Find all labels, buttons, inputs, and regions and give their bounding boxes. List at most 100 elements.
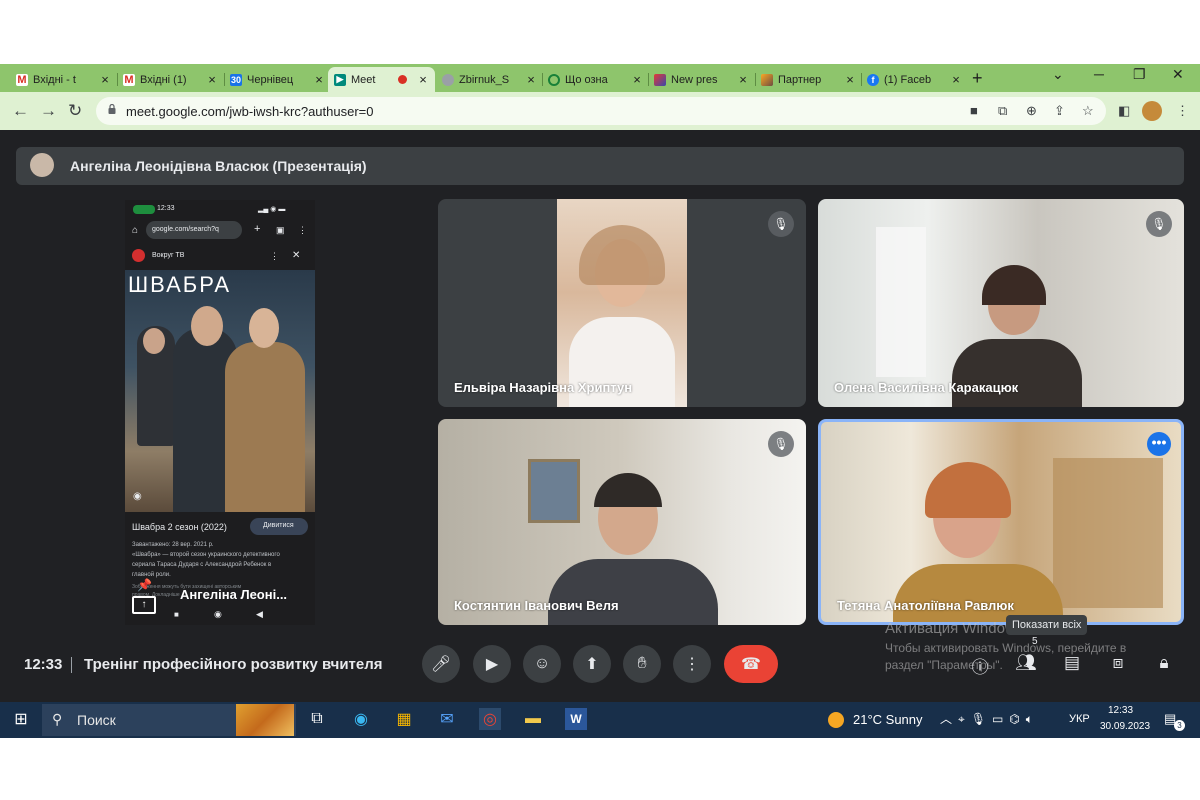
host-controls-icon[interactable]: 🔒︎ <box>1152 653 1176 677</box>
close-icon[interactable]: × <box>950 72 962 87</box>
lock-icon <box>108 104 116 114</box>
tab-scho[interactable]: Що озна × <box>542 67 649 92</box>
tab-title: Що озна <box>565 73 608 86</box>
side-panel-icon[interactable]: ◧ <box>1118 103 1130 119</box>
tab-gmail-2[interactable]: M Вхідні (1) × <box>117 67 224 92</box>
divider <box>71 657 72 673</box>
chrome-icon[interactable]: ◎ <box>479 708 501 730</box>
kebab-icon: ⋮ <box>298 225 307 235</box>
tab-meet[interactable]: ▶ Meet × <box>328 67 435 92</box>
tab-new-pres[interactable]: New pres × <box>648 67 755 92</box>
poster-title: ШВАБРА <box>128 272 232 297</box>
green-circle-icon <box>548 73 560 86</box>
tray-icons[interactable]: ︿⌖🎙︎▭⌬🔈︎ <box>940 710 1039 727</box>
site-logo <box>132 249 145 262</box>
close-icon[interactable]: × <box>99 72 111 87</box>
reload-icon[interactable]: ↻ <box>68 101 82 121</box>
task-view-icon[interactable]: ⧉ <box>306 708 328 730</box>
microphone-button[interactable]: 🎤︎ <box>422 645 460 683</box>
meeting-name: Тренінг професійного розвитку вчителя <box>84 656 383 673</box>
close-icon[interactable]: × <box>206 72 218 87</box>
tab-zbirnuk[interactable]: Zbirnuk_S × <box>436 67 543 92</box>
tabs-icon: ▣ <box>276 225 285 235</box>
participant-tile[interactable]: 🎙︎ Ельвіра Назарівна Хриптун <box>438 199 806 407</box>
restore-icon[interactable]: ❐ <box>1133 66 1146 83</box>
close-icon[interactable]: × <box>631 72 643 87</box>
new-tab-button[interactable]: + <box>972 68 983 89</box>
tab-calendar[interactable]: 30 Чернівец × <box>224 67 331 92</box>
meeting-clock: 12:33 <box>24 656 63 673</box>
camera-icon: ▶ <box>485 656 499 673</box>
translate-icon[interactable]: ⧉ <box>998 103 1007 119</box>
camera-in-use-icon[interactable]: ■ <box>970 103 978 118</box>
close-icon: ✕ <box>292 250 301 261</box>
presenter-name: Ангеліна Леоні... <box>180 587 288 602</box>
gmail-icon: M <box>123 73 135 86</box>
reactions-button[interactable]: ☺ <box>523 645 561 683</box>
url-text[interactable]: meet.google.com/jwb-iwsh-krc?authuser=0 <box>126 104 373 119</box>
participant-tile[interactable]: 🎙︎ Костянтин Іванович Веля <box>438 419 806 625</box>
share-icon[interactable]: ⇪ <box>1054 103 1065 119</box>
more-options-button[interactable]: ⋮ <box>673 645 711 683</box>
participant-tile-active[interactable]: ••• Тетяна Анатоліївна Равлюк <box>818 419 1184 625</box>
back-triangle-icon: ◀ <box>256 609 263 619</box>
tray-time[interactable]: 12:33 <box>1108 705 1133 716</box>
word-icon[interactable]: W <box>565 708 587 730</box>
close-icon[interactable]: × <box>737 72 749 87</box>
mic-off-icon: 🎙︎ <box>768 211 794 237</box>
more-options-icon[interactable]: ••• <box>1147 432 1171 456</box>
participant-tile[interactable]: 🎙︎ Олена Василівна Каракацюк <box>818 199 1184 407</box>
people-icon[interactable]: 👥︎ <box>1014 653 1038 677</box>
call-indicator <box>133 205 155 214</box>
leave-call-button[interactable]: ☎ <box>724 645 778 683</box>
edge-icon[interactable]: ◉ <box>350 708 372 730</box>
search-icon: ⚲ <box>52 711 63 727</box>
zoom-icon[interactable]: ⊕ <box>1026 103 1037 119</box>
chat-icon[interactable]: ▤ <box>1060 653 1084 677</box>
phone-hangup-icon: ☎ <box>741 656 761 673</box>
language-indicator[interactable]: УКР <box>1069 713 1090 725</box>
tab-partner[interactable]: Партнер × <box>755 67 862 92</box>
tab-search-icon[interactable]: ⌄ <box>1052 66 1064 83</box>
presentation-title: Ангеліна Леонідівна Власюк (Презентація) <box>70 158 367 174</box>
store-icon[interactable]: ▦ <box>393 708 415 730</box>
partner-icon <box>761 73 773 86</box>
taskbar-search-placeholder: Поиск <box>77 712 116 728</box>
kebab-icon: ⋮ <box>270 251 279 261</box>
tab-facebook[interactable]: f (1) Faceb × <box>861 67 968 92</box>
tab-gmail-1[interactable]: M Вхідні - t × <box>10 67 117 92</box>
pin-icon[interactable]: 📌 <box>137 578 152 592</box>
kebab-icon: ⋮ <box>684 656 700 673</box>
activities-icon[interactable]: ⧈ <box>1106 653 1130 677</box>
show-title: Швабра 2 сезон (2022) <box>132 522 227 532</box>
participant-name: Ельвіра Назарівна Хриптун <box>454 380 633 395</box>
phone-status-icons: ▂▄ ◉ ▬ <box>258 206 286 213</box>
mail-icon[interactable]: ✉ <box>436 708 458 730</box>
profile-avatar[interactable] <box>1142 101 1162 121</box>
close-icon[interactable]: × <box>525 72 537 87</box>
raise-hand-button[interactable]: ✋︎ <box>623 645 661 683</box>
gmail-icon: M <box>16 73 28 86</box>
notification-count-badge: 3 <box>1174 720 1185 731</box>
back-icon[interactable]: ← <box>12 101 29 121</box>
close-icon[interactable]: × <box>417 72 429 87</box>
file-explorer-icon[interactable]: ▬ <box>522 708 544 730</box>
close-icon[interactable]: × <box>844 72 856 87</box>
participant-video <box>557 199 687 407</box>
chrome-menu-icon[interactable]: ⋮ <box>1176 103 1189 119</box>
close-window-icon[interactable]: ✕ <box>1172 66 1184 83</box>
bookmark-star-icon[interactable]: ☆ <box>1082 103 1094 119</box>
show-everyone-tooltip: Показати всіх <box>1006 615 1088 635</box>
forward-icon[interactable]: → <box>40 101 57 121</box>
tray-date[interactable]: 30.09.2023 <box>1100 721 1150 732</box>
weather-text[interactable]: 21°C Sunny <box>853 712 923 727</box>
meeting-details-icon[interactable]: ⓘ <box>968 653 992 677</box>
tab-title: New pres <box>671 73 718 86</box>
close-icon[interactable]: × <box>313 72 325 87</box>
present-button[interactable]: ⬆ <box>573 645 611 683</box>
windows-start-icon[interactable]: ⊞ <box>10 708 32 730</box>
minimize-icon[interactable]: ─ <box>1094 66 1104 82</box>
hand-icon: ✋︎ <box>637 655 647 672</box>
people-count-badge: 5 <box>1032 636 1038 647</box>
camera-button[interactable]: ▶ <box>473 645 511 683</box>
